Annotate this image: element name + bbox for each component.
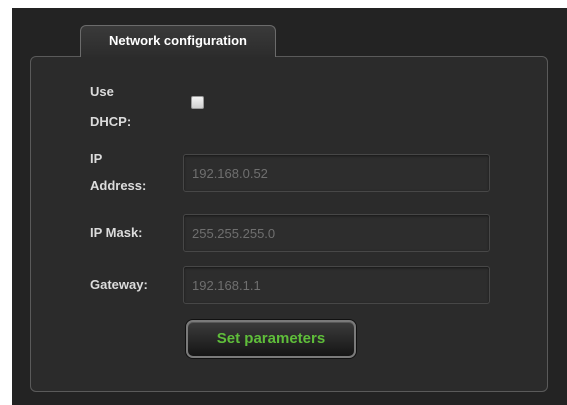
ip-mask-label: IP Mask: [90, 225, 143, 240]
set-parameters-button[interactable]: Set parameters [186, 320, 356, 358]
ip-address-label-line1: IP [90, 151, 103, 166]
ip-address-field[interactable] [183, 154, 490, 192]
use-dhcp-checkbox[interactable] [191, 96, 204, 109]
ip-mask-field[interactable] [183, 214, 490, 252]
dhcp-label-line1: Use [90, 84, 114, 99]
ip-address-label-line2: Address: [90, 178, 147, 193]
dhcp-label-line2: DHCP: [90, 114, 132, 129]
gateway-field[interactable] [183, 266, 490, 304]
gateway-label: Gateway: [90, 277, 148, 292]
tab-network-configuration[interactable]: Network configuration [80, 25, 276, 57]
